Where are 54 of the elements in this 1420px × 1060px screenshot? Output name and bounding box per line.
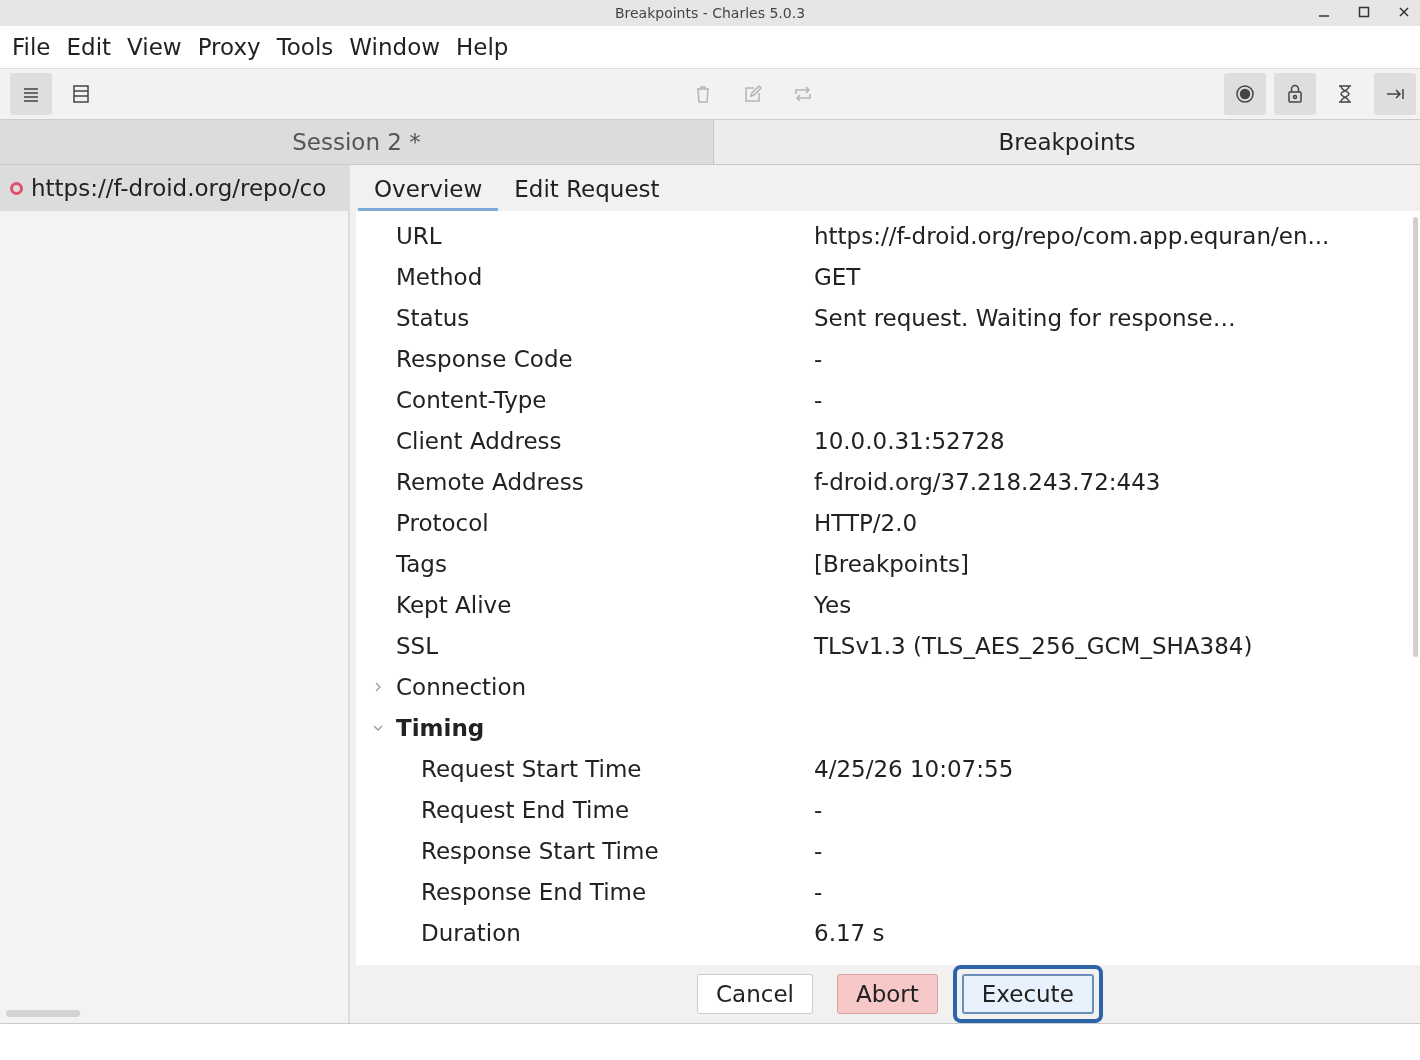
dialog-button[interactable]: Cancel [697, 974, 813, 1014]
field-value: https://f-droid.org/repo/com.app.equran/en... [814, 222, 1330, 249]
field-value: 6.17 s [814, 919, 885, 946]
menu-item[interactable]: Help [448, 34, 517, 60]
scrollbar[interactable] [1413, 217, 1418, 657]
menu-item[interactable]: Window [341, 34, 448, 60]
close-icon[interactable] [1398, 6, 1410, 18]
field-name: Response Start Time [421, 837, 659, 864]
field-name: Response Code [396, 345, 573, 372]
list-icon[interactable] [10, 73, 52, 115]
field-value: f-droid.org/37.218.243.72:443 [814, 468, 1161, 495]
field-name: Kept Alive [396, 591, 512, 618]
field-name: Request End Time [421, 796, 630, 823]
field-name: Method [396, 263, 483, 290]
field-name: Content-Type [396, 386, 547, 413]
record-icon[interactable] [1224, 73, 1266, 115]
field-value: - [814, 837, 823, 864]
menu-item[interactable]: Tools [268, 34, 342, 60]
dialog-button[interactable]: Execute [961, 974, 1094, 1014]
field-name: Protocol [396, 509, 489, 536]
field-value: - [814, 386, 823, 413]
menu-item[interactable]: Edit [58, 34, 120, 60]
field-value: Yes [814, 591, 852, 618]
field-value: [Breakpoints] [814, 550, 969, 577]
field-name: Connection [396, 673, 527, 700]
dialog-button[interactable]: Abort [836, 974, 938, 1014]
tab[interactable]: Breakpoints [714, 120, 1420, 164]
field-name: URL [396, 222, 442, 249]
window-title: Breakpoints - Charles 5.0.3 [614, 5, 806, 21]
menu-item[interactable]: View [119, 34, 190, 60]
field-name: Status [396, 304, 470, 331]
field-value: HTTP/2.0 [814, 509, 918, 536]
field-name: Response End Time [421, 878, 647, 905]
field-name: Duration [421, 919, 521, 946]
field-name: Request Start Time [421, 755, 642, 782]
field-value: Sent request. Waiting for response… [814, 304, 1236, 331]
maximize-icon[interactable] [1358, 6, 1370, 18]
field-name: SSL [396, 632, 438, 659]
menu-item[interactable]: File [4, 34, 59, 60]
field-value: GET [814, 263, 861, 290]
field-name: Tags [396, 550, 447, 577]
field-value: - [814, 345, 823, 372]
field-value: TLSv1.3 (TLS_AES_256_GCM_SHA384) [814, 632, 1253, 659]
field-value: 10.0.0.31:52728 [814, 427, 1005, 454]
field-name: Client Address [396, 427, 562, 454]
lock-icon[interactable] [1274, 73, 1316, 115]
field-value: - [814, 878, 823, 905]
tab[interactable]: Edit Request [498, 176, 676, 211]
scrollbar[interactable] [6, 1010, 80, 1017]
menu-item[interactable]: Proxy [189, 34, 269, 60]
field-name: Timing [396, 714, 485, 741]
field-name: Remote Address [396, 468, 584, 495]
field-value: - [814, 796, 823, 823]
field-value: 4/25/26 10:07:55 [814, 755, 1014, 782]
